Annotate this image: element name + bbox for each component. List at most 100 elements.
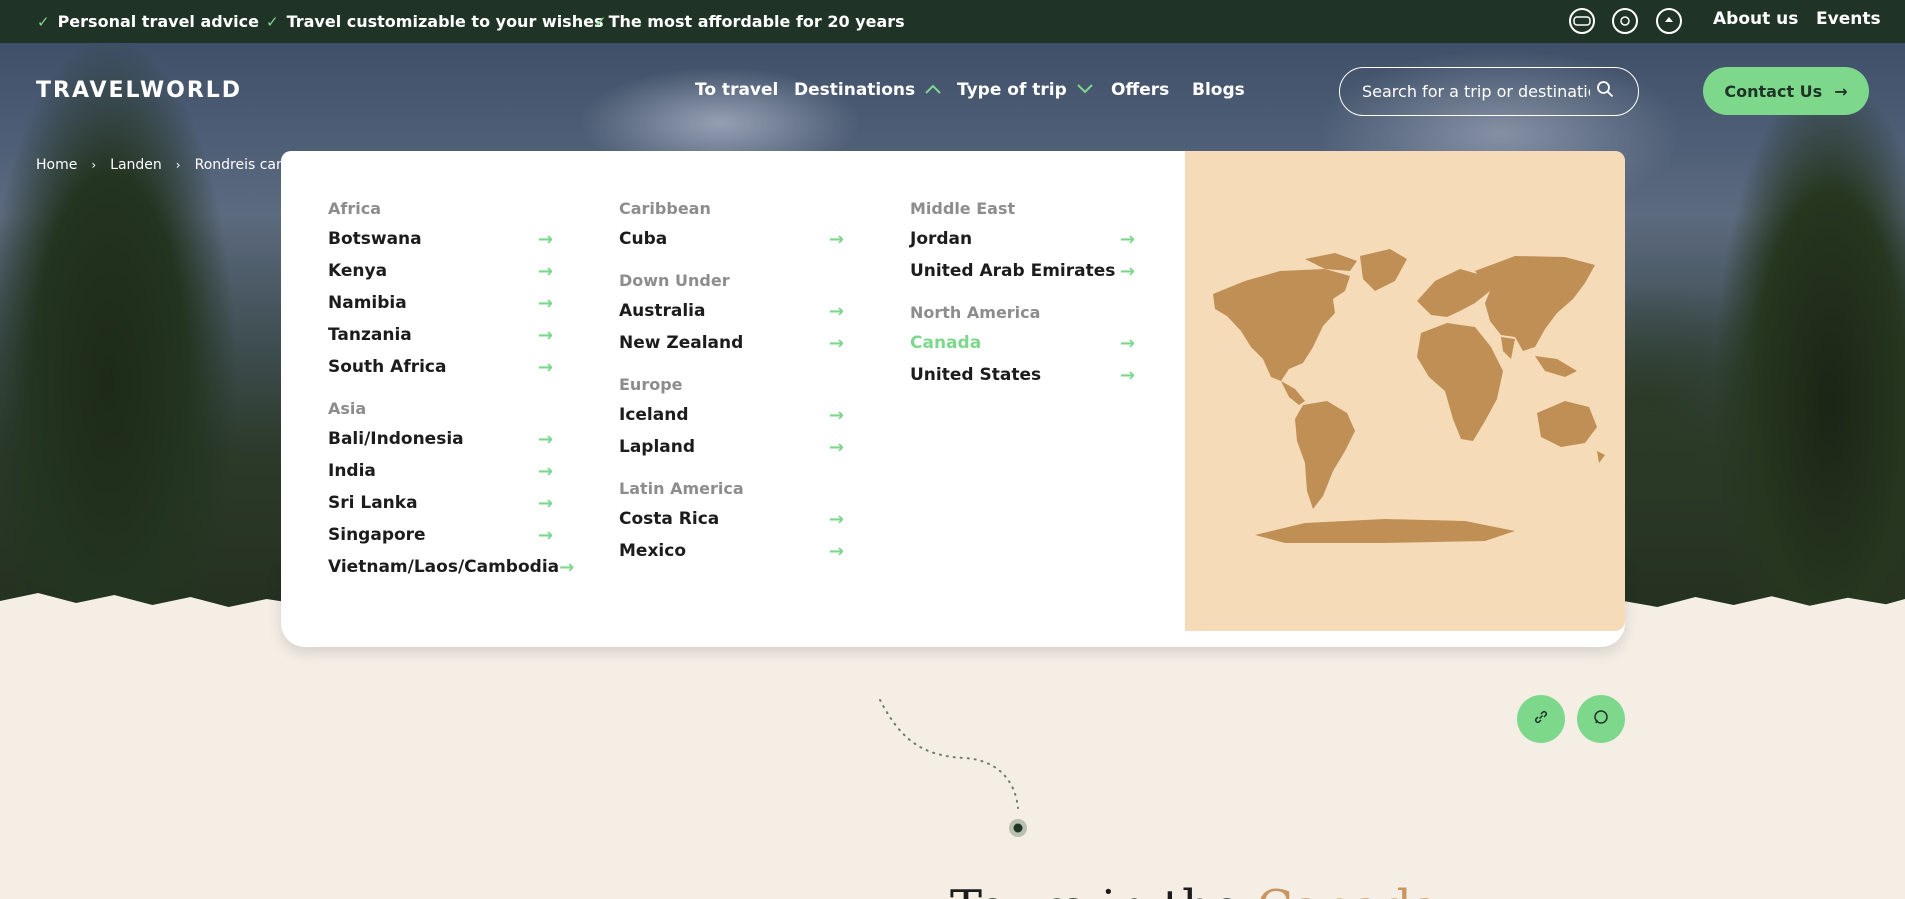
whatsapp-button[interactable]: [1577, 695, 1625, 743]
menu-item-lapland[interactable]: Lapland →: [619, 431, 844, 463]
arrow-right-icon: →: [828, 540, 844, 562]
menu-item-botswana[interactable]: Botswana →: [328, 223, 553, 255]
menu-item-south-africa[interactable]: South Africa →: [328, 351, 553, 383]
arrow-right-icon: →: [828, 436, 844, 458]
menu-item-australia[interactable]: Australia →: [619, 295, 844, 327]
menu-item-label: Singapore: [328, 525, 426, 545]
link-icon: [1533, 709, 1549, 729]
search-input[interactable]: [1362, 82, 1590, 101]
menu-item-cuba[interactable]: Cuba →: [619, 223, 844, 255]
top-bar: ✓ Personal travel advice ✓ Travel customiz…: [0, 0, 1905, 43]
world-map-panel: [1185, 151, 1625, 631]
menu-item-singapore[interactable]: Singapore →: [328, 519, 553, 551]
breadcrumb: Home › Landen › Rondreis canad: [36, 157, 302, 173]
nav-type-of-trip[interactable]: Type of trip: [957, 80, 1093, 100]
arrow-right-icon: →: [828, 332, 844, 354]
menu-item-label: Australia: [619, 301, 706, 321]
arrow-right-icon: →: [828, 228, 844, 250]
menu-item-namibia[interactable]: Namibia →: [328, 287, 553, 319]
menu-item-label: Iceland: [619, 405, 689, 425]
menu-item-label: Jordan: [910, 229, 973, 249]
menu-item-united-states[interactable]: United States →: [910, 359, 1135, 391]
arrow-right-icon: →: [828, 508, 844, 530]
chevron-up-icon: [925, 82, 941, 98]
copy-link-button[interactable]: [1517, 695, 1565, 743]
sgr-badge-icon: [1612, 8, 1638, 34]
menu-item-label: United States: [910, 365, 1042, 385]
menu-item-label: Namibia: [328, 293, 407, 313]
menu-item-iceland[interactable]: Iceland →: [619, 399, 844, 431]
nav-blogs[interactable]: Blogs: [1192, 80, 1245, 100]
menu-region-heading: Middle East: [910, 199, 1016, 218]
arrow-right-icon: →: [537, 228, 553, 250]
breadcrumb-landen[interactable]: Landen: [110, 157, 162, 173]
arrow-right-icon: →: [1834, 81, 1848, 101]
arrow-right-icon: →: [537, 460, 553, 482]
breadcrumb-home[interactable]: Home: [36, 157, 77, 173]
nav-destinations[interactable]: Destinations: [794, 80, 941, 100]
world-map-image: [1213, 249, 1605, 543]
menu-item-label: Botswana: [328, 229, 422, 249]
menu-item-tanzania[interactable]: Tanzania →: [328, 319, 553, 351]
menu-column: Africa Botswana → Kenya → Namibia → Tanzania → So…: [328, 199, 574, 583]
dotted-path-decoration: [879, 699, 1027, 837]
menu-item-mexico[interactable]: Mexico →: [619, 535, 844, 567]
menu-item-sri-lanka[interactable]: Sri Lanka →: [328, 487, 553, 519]
menu-item-india[interactable]: India →: [328, 455, 553, 487]
about-us-link[interactable]: About us: [1713, 9, 1798, 29]
menu-item-costa-rica[interactable]: Costa Rica →: [619, 503, 844, 535]
arrow-right-icon: →: [537, 292, 553, 314]
menu-item-kenya[interactable]: Kenya →: [328, 255, 553, 287]
travel-badge-icon: [1656, 8, 1682, 34]
check-icon: ✓: [594, 12, 607, 31]
arrow-right-icon: →: [537, 324, 553, 346]
menu-item-label: New Zealand: [619, 333, 744, 353]
usp-item: ✓ Travel customizable to your wishes: [266, 12, 604, 31]
menu-item-label: Vietnam/Laos/Cambodia: [328, 557, 560, 577]
destinations-mega-menu: Africa Botswana → Kenya → Namibia → Tanzania → So…: [281, 151, 1625, 631]
menu-region-heading: Europe: [619, 375, 683, 394]
menu-column: Middle East Jordan → United Arab Emirates → N…: [910, 199, 1135, 391]
menu-item-label: Canada: [910, 333, 982, 353]
nav-to-travel[interactable]: To travel: [695, 80, 778, 100]
menu-item-vietnam-laos-cambodia[interactable]: Vietnam/Laos/Cambodia →: [328, 551, 574, 583]
menu-item-label: Tanzania: [328, 325, 412, 345]
check-icon: ✓: [37, 12, 50, 31]
menu-item-canada[interactable]: Canada →: [910, 327, 1135, 359]
menu-item-label: Lapland: [619, 437, 696, 457]
menu-region-heading: Africa: [328, 199, 381, 218]
menu-item-new-zealand[interactable]: New Zealand →: [619, 327, 844, 359]
menu-item-label: United Arab Emirates: [910, 261, 1116, 281]
menu-item-label: Mexico: [619, 541, 686, 561]
chevron-right-icon: ›: [175, 158, 181, 172]
menu-region-heading: Caribbean: [619, 199, 711, 218]
arrow-right-icon: →: [537, 428, 553, 450]
menu-item-bali-indonesia[interactable]: Bali/Indonesia →: [328, 423, 553, 455]
menu-region-heading: North America: [910, 303, 1041, 322]
menu-column: Caribbean Cuba → Down Under Australia → New Ze…: [619, 199, 844, 567]
menu-region-heading: Down Under: [619, 271, 730, 290]
arrow-right-icon: →: [828, 404, 844, 426]
contact-us-button[interactable]: Contact Us →: [1703, 67, 1869, 115]
search-icon[interactable]: [1596, 80, 1614, 103]
events-link[interactable]: Events: [1816, 9, 1881, 29]
menu-item-united-arab-emirates[interactable]: United Arab Emirates →: [910, 255, 1135, 287]
arrow-right-icon: →: [537, 260, 553, 282]
arrow-right-icon: →: [1119, 364, 1135, 386]
anvr-badge-icon: [1569, 8, 1595, 34]
usp-item: ✓ Personal travel advice: [37, 12, 259, 31]
arrow-right-icon: →: [559, 556, 575, 578]
menu-item-label: Kenya: [328, 261, 388, 281]
arrow-right-icon: →: [537, 356, 553, 378]
arrow-right-icon: →: [1119, 332, 1135, 354]
nav-offers[interactable]: Offers: [1111, 80, 1169, 100]
search-box[interactable]: [1339, 67, 1639, 116]
logo[interactable]: TRAVELWORLD: [36, 78, 242, 103]
menu-item-label: Sri Lanka: [328, 493, 418, 513]
arrow-right-icon: →: [537, 492, 553, 514]
menu-item-jordan[interactable]: Jordan →: [910, 223, 1135, 255]
page-title: Tours in the Canada: [950, 880, 1441, 899]
arrow-right-icon: →: [828, 300, 844, 322]
chevron-right-icon: ›: [91, 158, 97, 172]
whatsapp-icon: [1593, 709, 1609, 729]
